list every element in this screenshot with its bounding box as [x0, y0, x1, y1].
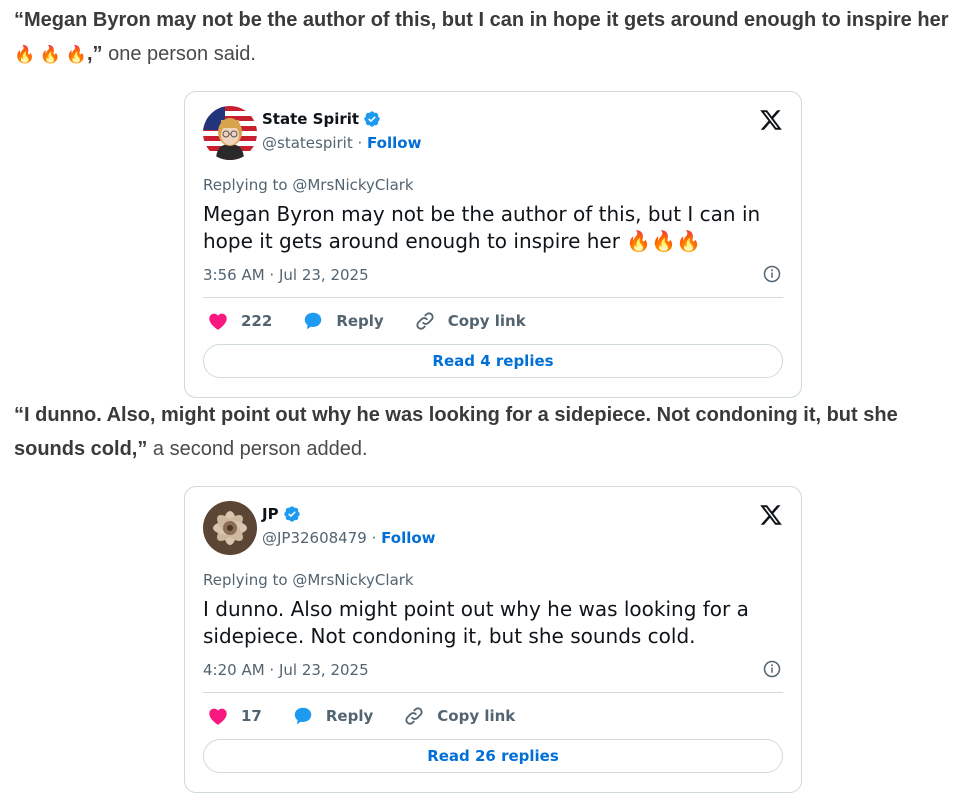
- tweet-actions: 17 Reply Copy link: [207, 705, 545, 727]
- reply-button[interactable]: Reply: [292, 705, 373, 727]
- author-handle[interactable]: @statespirit: [262, 134, 353, 152]
- embedded-tweet-2[interactable]: JP @JP32608479 · Follow Replying to @Mrs…: [184, 486, 802, 793]
- replying-to: Replying to @MrsNickyClark: [203, 176, 414, 194]
- copy-link-label: Copy link: [447, 312, 526, 330]
- quote-end: ,”: [86, 43, 103, 65]
- divider: [203, 692, 783, 693]
- like-count: 222: [241, 312, 273, 330]
- tweet-header: JP @JP32608479 · Follow: [203, 501, 783, 557]
- avatar[interactable]: [203, 501, 257, 555]
- copy-link-button[interactable]: Copy link: [403, 705, 515, 727]
- embedded-tweet-1[interactable]: State Spirit @statespirit · Follow Reply…: [184, 91, 802, 398]
- link-icon: [405, 707, 423, 725]
- handle-row: @statespirit · Follow: [262, 134, 422, 152]
- handle-row: @JP32608479 · Follow: [262, 529, 436, 547]
- like-count: 17: [241, 707, 262, 725]
- reply-bubble-icon: [305, 312, 322, 330]
- reply-bubble-icon: [294, 707, 312, 725]
- author-handle[interactable]: @JP32608479: [262, 529, 367, 547]
- tweet-header: State Spirit @statespirit · Follow: [203, 106, 783, 162]
- read-replies-button[interactable]: Read 4 replies: [203, 344, 783, 378]
- tweet-timestamp[interactable]: 3:56 AM · Jul 23, 2025: [203, 266, 369, 284]
- heart-icon: [209, 708, 227, 725]
- info-icon[interactable]: [763, 660, 781, 678]
- attribution-text: a second person added.: [147, 438, 368, 460]
- author-row: JP: [262, 505, 301, 523]
- read-replies-button[interactable]: Read 26 replies: [203, 739, 783, 773]
- fire-emojis: 🔥 🔥 🔥: [14, 45, 87, 64]
- article-paragraph-2: “I dunno. Also, might point out why he w…: [14, 398, 969, 466]
- link-icon: [416, 312, 434, 330]
- reply-label: Reply: [325, 707, 374, 725]
- copy-link-label: Copy link: [437, 707, 516, 725]
- replying-to: Replying to @MrsNickyClark: [203, 571, 414, 589]
- reply-label: Reply: [336, 312, 384, 330]
- reply-button[interactable]: Reply: [302, 310, 384, 332]
- attribution-text: one person said.: [102, 43, 256, 65]
- verified-badge-icon: [283, 506, 300, 522]
- author-name[interactable]: State Spirit: [262, 110, 359, 128]
- divider: [203, 297, 783, 298]
- copy-link-button[interactable]: Copy link: [414, 310, 526, 332]
- x-logo-icon[interactable]: [759, 503, 783, 527]
- tweet-text: I dunno. Also might point out why he was…: [203, 597, 749, 648]
- like-button[interactable]: 17: [207, 705, 262, 727]
- tweet-actions: 222 Reply Copy link: [207, 310, 556, 332]
- author-row: State Spirit: [262, 110, 381, 128]
- article-paragraph-1: “Megan Byron may not be the author of th…: [14, 3, 969, 72]
- tweet-text: Megan Byron may not be the author of thi…: [203, 202, 761, 253]
- info-icon[interactable]: [763, 265, 781, 283]
- heart-icon: [209, 313, 227, 330]
- follow-button[interactable]: Follow: [381, 529, 435, 547]
- verified-badge-icon: [364, 111, 380, 127]
- quote-text: “Megan Byron may not be the author of th…: [14, 9, 949, 31]
- follow-button[interactable]: Follow: [367, 134, 421, 152]
- tweet-timestamp[interactable]: 4:20 AM · Jul 23, 2025: [203, 661, 369, 679]
- avatar[interactable]: [203, 106, 257, 160]
- like-button[interactable]: 222: [207, 310, 272, 332]
- author-name[interactable]: JP: [262, 505, 279, 523]
- x-logo-icon[interactable]: [759, 108, 783, 132]
